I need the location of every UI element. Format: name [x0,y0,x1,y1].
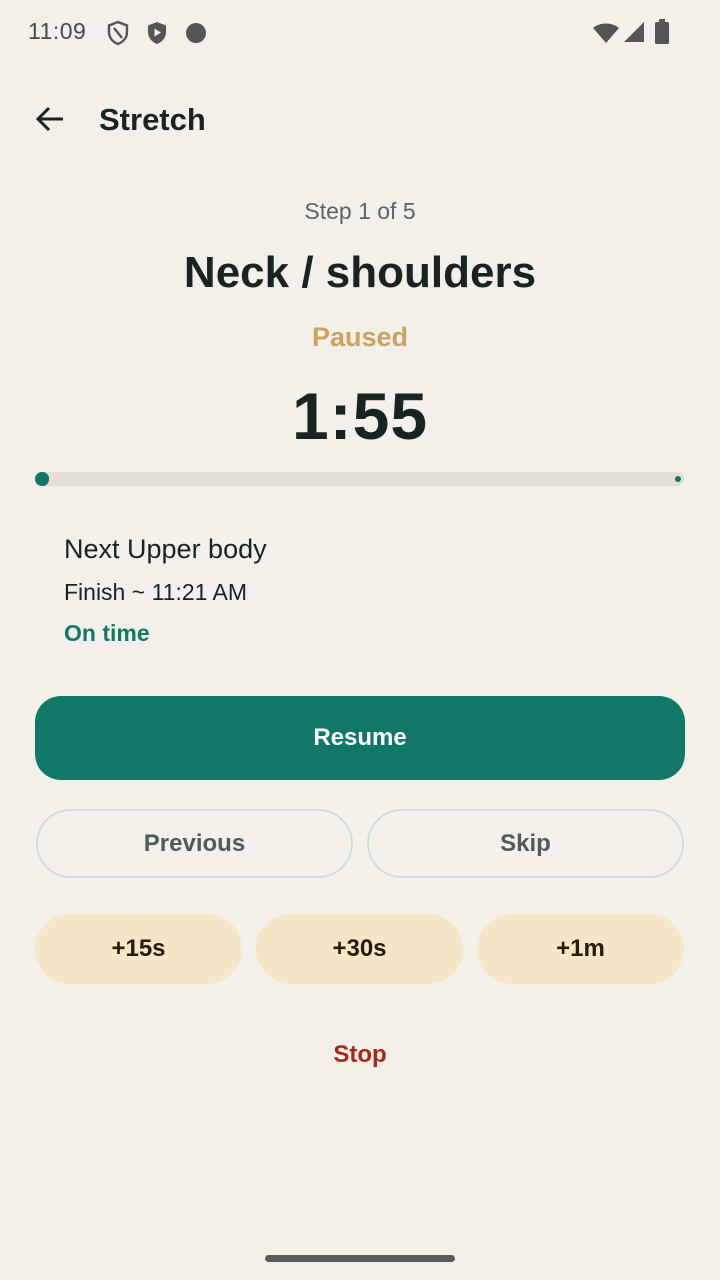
add-1m-button[interactable]: +1m [477,914,684,984]
resume-button[interactable]: Resume [35,696,685,780]
top-app-bar: Stretch [0,78,720,164]
countdown-timer: 1:55 [291,379,429,453]
stop-button[interactable]: Stop [260,1030,460,1080]
signal-icon [623,21,645,48]
shield-outline-icon [107,20,129,51]
page-title: Stretch [99,102,206,137]
timer-state-label: Paused [311,322,409,352]
progress-end-marker [675,476,681,482]
step-progress-bar [35,472,684,486]
status-time: 11:09 [28,18,87,44]
home-indicator[interactable] [265,1255,455,1262]
pace-status: On time [64,620,150,646]
battery-icon [654,19,670,50]
exercise-name: Neck / shoulders [183,248,537,297]
next-exercise: Next Upper body [64,534,267,564]
finish-time: Finish ~ 11:21 AM [64,579,248,605]
add-15s-button[interactable]: +15s [35,914,242,984]
previous-button[interactable]: Previous [36,809,353,878]
progress-indicator [35,472,49,486]
shield-play-icon [146,20,168,51]
step-counter: Step 1 of 5 [304,198,416,224]
skip-button[interactable]: Skip [367,809,684,878]
add-30s-button[interactable]: +30s [256,914,463,984]
status-bar: 11:09 [0,0,720,66]
circle-dot-icon [185,22,207,49]
wifi-icon [592,22,620,49]
arrow-back-icon [35,104,65,139]
back-button[interactable] [22,96,78,146]
session-info: Next Upper body Finish ~ 11:21 AM On tim… [64,534,267,647]
